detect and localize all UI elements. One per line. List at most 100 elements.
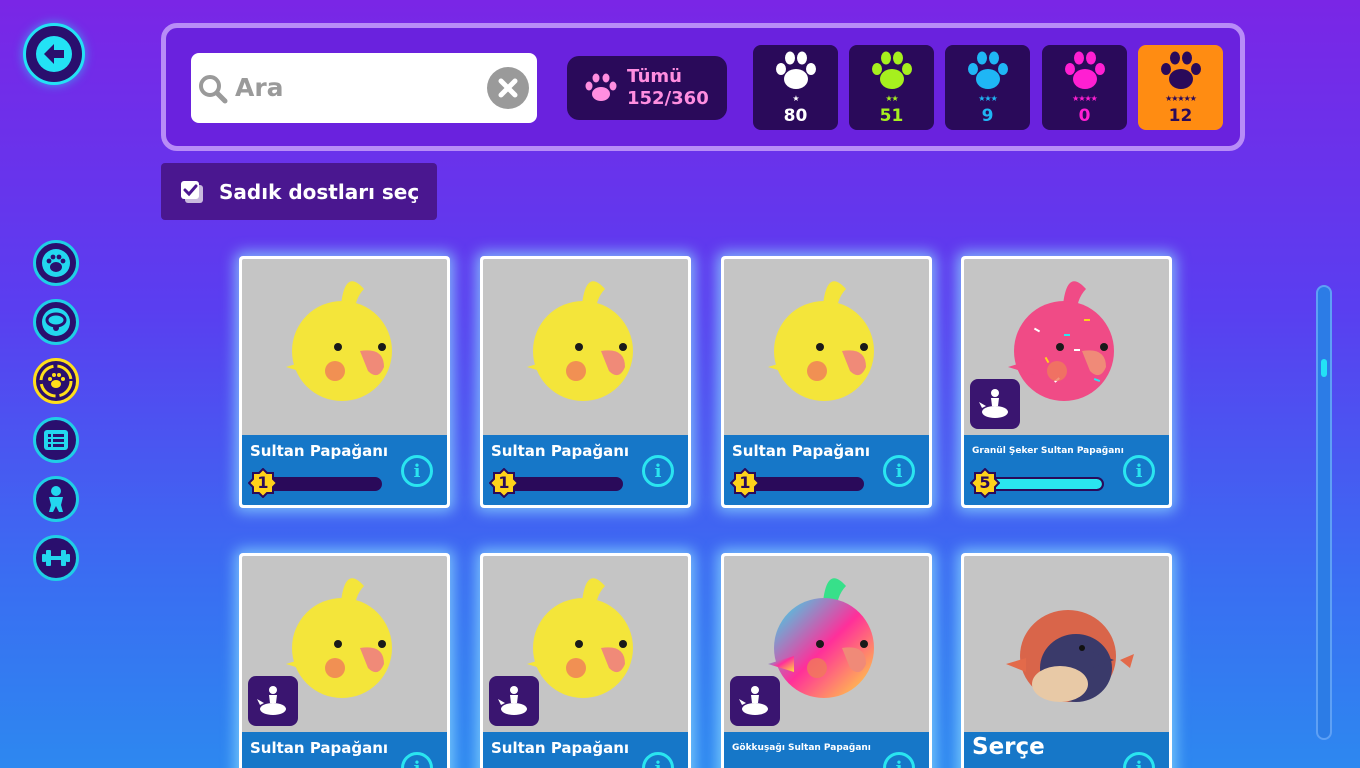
info-button[interactable]: i xyxy=(642,455,674,487)
info-button[interactable]: i xyxy=(883,455,915,487)
close-icon xyxy=(498,78,518,98)
info-button[interactable]: i xyxy=(1123,455,1155,487)
paw-icon xyxy=(1160,51,1201,89)
filter-panel: Tümü 152/360 ★ 80 ★★ 51 ★★★ 9 ★★★★ 0 ★★★★★ 12 xyxy=(161,23,1245,151)
info-button[interactable]: i xyxy=(883,752,915,768)
all-filter-button[interactable]: Tümü 152/360 xyxy=(567,56,727,120)
rarity-stars: ★★★★ xyxy=(1072,94,1098,103)
ride-icon xyxy=(739,686,768,715)
pet-info-panel: Sultan Papağanı i xyxy=(242,732,447,768)
ride-icon xyxy=(257,686,286,715)
paw-cycle-icon xyxy=(39,364,73,398)
rarity-filter-2-star[interactable]: ★★ 51 xyxy=(849,45,934,130)
paw-icon xyxy=(1064,51,1105,89)
pet-name: Gökkuşağı Sultan Papağanı xyxy=(732,743,871,753)
rarity-count: 0 xyxy=(1078,106,1091,126)
pet-card[interactable]: Sultan Papağanı i xyxy=(239,553,450,768)
pet-name: Sultan Papağanı xyxy=(491,442,630,460)
ride-badge xyxy=(970,379,1020,429)
all-filter-label: Tümü xyxy=(627,66,682,87)
select-loyal-friends-label: Sadık dostları seç xyxy=(219,179,420,204)
pet-info-panel: Sultan Papağanı i 1 xyxy=(483,435,688,505)
level-progress-fill xyxy=(982,479,1102,489)
rarity-stars: ★ xyxy=(792,94,799,103)
pet-info-panel: Gökkuşağı Sultan Papağanı i xyxy=(724,732,929,768)
pet-card[interactable]: Granül Şeker Sultan Papağanı i 5 xyxy=(961,256,1172,508)
collar-icon xyxy=(42,308,70,336)
all-filter-count: 152/360 xyxy=(627,88,709,109)
clear-search-button[interactable] xyxy=(487,67,529,109)
side-item-pets[interactable] xyxy=(33,240,79,286)
info-icon: i xyxy=(413,460,421,482)
paw-icon xyxy=(775,51,816,89)
rarity-filter-4-star[interactable]: ★★★★ 0 xyxy=(1042,45,1127,130)
pet-info-panel: Sultan Papağanı i 1 xyxy=(242,435,447,505)
info-button[interactable]: i xyxy=(642,752,674,768)
level-number: 1 xyxy=(498,473,510,492)
rarity-filter-5-star[interactable]: ★★★★★ 12 xyxy=(1138,45,1223,130)
search-icon xyxy=(199,75,228,104)
rarity-count: 51 xyxy=(879,106,904,126)
level-number: 1 xyxy=(257,473,269,492)
all-filter-text: Tümü 152/360 xyxy=(627,66,709,110)
side-item-character[interactable] xyxy=(33,476,79,522)
pet-name: Sultan Papağanı xyxy=(491,739,630,757)
pet-card[interactable]: Sultan Papağanı i 1 xyxy=(480,256,691,508)
pet-card[interactable]: Sultan Papağanı i 1 xyxy=(721,256,932,508)
side-item-training[interactable] xyxy=(33,535,79,581)
side-item-list[interactable] xyxy=(33,417,79,463)
info-button[interactable]: i xyxy=(1123,752,1155,768)
dumbbell-icon xyxy=(42,550,70,566)
info-icon: i xyxy=(895,460,903,482)
pet-name: Sultan Papağanı xyxy=(250,739,389,757)
pet-info-panel: Sultan Papağanı i 1 xyxy=(724,435,929,505)
pet-image xyxy=(964,556,1169,732)
pet-card[interactable]: Sultan Papağanı i 1 xyxy=(239,256,450,508)
side-item-collars[interactable] xyxy=(33,299,79,345)
pet-card[interactable]: Gökkuşağı Sultan Papağanı i xyxy=(721,553,932,768)
pet-card[interactable]: Sultan Papağanı i xyxy=(480,553,691,768)
side-nav xyxy=(33,240,79,594)
rarity-filter-1-star[interactable]: ★ 80 xyxy=(753,45,838,130)
rarity-count: 9 xyxy=(981,106,994,126)
ride-badge xyxy=(489,676,539,726)
select-loyal-friends-button[interactable]: Sadık dostları seç xyxy=(161,163,437,220)
ride-icon xyxy=(979,389,1008,418)
level-number: 1 xyxy=(739,473,751,492)
scroll-thumb[interactable] xyxy=(1321,359,1327,377)
pet-name: Sultan Papağanı xyxy=(732,442,871,460)
checkbox-icon xyxy=(181,180,203,203)
pet-info-panel: Granül Şeker Sultan Papağanı i 5 xyxy=(964,435,1169,505)
rarity-count: 80 xyxy=(783,106,808,126)
ride-icon xyxy=(498,686,527,715)
info-icon: i xyxy=(413,757,421,768)
pet-name: Granül Şeker Sultan Papağanı xyxy=(972,446,1124,456)
search-box[interactable] xyxy=(191,53,537,123)
pet-card[interactable]: Serçe i xyxy=(961,553,1172,768)
rarity-stars: ★★★★★ xyxy=(1165,94,1197,103)
pet-name: Serçe xyxy=(972,734,1045,760)
person-icon xyxy=(49,486,63,512)
rarity-filter-3-star[interactable]: ★★★ 9 xyxy=(945,45,1030,130)
paw-icon xyxy=(585,73,617,101)
pet-image xyxy=(242,259,447,435)
search-input[interactable] xyxy=(235,67,475,107)
info-icon: i xyxy=(1135,460,1143,482)
paw-icon xyxy=(967,51,1008,89)
pet-name: Sultan Papağanı xyxy=(250,442,389,460)
info-icon: i xyxy=(1135,757,1143,768)
info-button[interactable]: i xyxy=(401,455,433,487)
level-number: 5 xyxy=(979,473,991,492)
side-item-pet-cycle[interactable] xyxy=(33,358,79,404)
ride-badge xyxy=(248,676,298,726)
pet-info-panel: Serçe i xyxy=(964,732,1169,768)
scrollbar[interactable] xyxy=(1316,285,1332,740)
rarity-count: 12 xyxy=(1168,106,1193,126)
ride-badge xyxy=(730,676,780,726)
pet-info-panel: Sultan Papağanı i xyxy=(483,732,688,768)
info-icon: i xyxy=(895,757,903,768)
rarity-stars: ★★ xyxy=(885,94,898,103)
info-button[interactable]: i xyxy=(401,752,433,768)
pet-image xyxy=(724,259,929,435)
back-button[interactable] xyxy=(23,23,85,85)
